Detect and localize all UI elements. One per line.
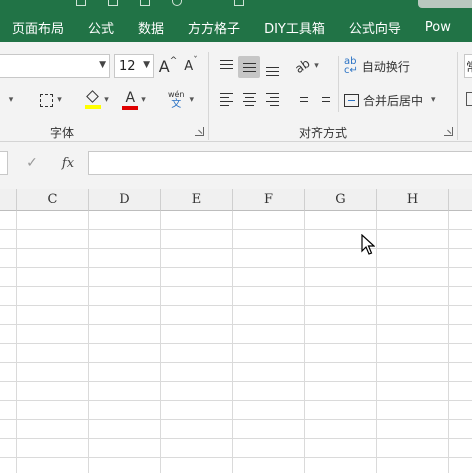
column-header-g[interactable]: G: [305, 189, 377, 211]
tab-formulas[interactable]: 公式: [88, 18, 126, 37]
wrap-text-label: 自动换行: [361, 59, 410, 74]
font-grow-icon: A: [158, 56, 170, 76]
text-orientation-icon: ab: [292, 55, 313, 77]
grid-spacer: [0, 178, 472, 189]
chevron-down-icon: ▾: [314, 61, 319, 71]
chevron-down-icon: ▾: [104, 95, 109, 105]
fill-color-button[interactable]: ▾: [80, 88, 114, 112]
column-header-d[interactable]: D: [89, 189, 161, 211]
increase-font-size-button[interactable]: A ^: [157, 54, 179, 78]
top-align-icon: [219, 59, 233, 69]
search-box[interactable]: [418, 0, 472, 8]
column-header-f[interactable]: F: [233, 189, 305, 211]
chevron-down-icon: ▾: [141, 95, 146, 105]
decrease-font-size-button[interactable]: Aˇ: [180, 54, 202, 78]
increase-indent-icon: [316, 93, 330, 106]
font-group-label: 字体: [50, 126, 75, 140]
tab-formula-wizard[interactable]: 公式向导: [349, 18, 413, 37]
decrease-indent-icon: [294, 93, 308, 106]
font-name-dropdown[interactable]: ▼: [0, 54, 110, 78]
phonetic-guide-button[interactable]: wén 文 ▾: [160, 86, 202, 114]
tab-power[interactable]: Pow: [425, 20, 463, 35]
align-right-icon: [265, 92, 279, 106]
column-header-h[interactable]: H: [377, 189, 449, 211]
ribbon-panel: ▼ 12 ▼ A ^ Aˇ ▾ ▾ ▾ A ▾ wén 文 ▾ 字体 ab ▾ …: [0, 42, 472, 142]
font-size-dropdown[interactable]: 12 ▼: [114, 54, 154, 78]
formula-input[interactable]: [88, 151, 472, 175]
title-bar: [0, 0, 472, 12]
middle-align-button[interactable]: [238, 56, 260, 78]
chevron-down-icon: ▾: [431, 95, 436, 105]
wrap-text-button[interactable]: ab c↵ 自动换行: [344, 54, 418, 78]
bottom-align-icon: [265, 66, 279, 76]
borders-button[interactable]: ▾: [34, 88, 68, 112]
column-header-i[interactable]: [449, 189, 472, 211]
column-header-c[interactable]: C: [17, 189, 89, 211]
align-center-icon: [242, 92, 256, 106]
column-header-e[interactable]: E: [161, 189, 233, 211]
sort-icon[interactable]: [140, 0, 150, 6]
group-separator: [338, 56, 339, 112]
ribbon-tabs: 页面布局 公式 数据 方方格子 DIY工具箱 公式向导 Pow: [0, 12, 472, 42]
tab-page-layout[interactable]: 页面布局: [12, 18, 76, 37]
bottom-align-button[interactable]: [261, 56, 283, 78]
save-icon[interactable]: [76, 0, 86, 6]
chevron-down-icon: ▼: [143, 60, 150, 70]
borders-icon: [40, 93, 54, 107]
middle-align-icon: [242, 62, 256, 72]
group-separator: [208, 52, 209, 140]
tab-diy-toolbox[interactable]: DIY工具箱: [264, 18, 337, 37]
chevron-down-icon: ▾: [189, 95, 195, 105]
increase-indent-button[interactable]: [312, 88, 334, 110]
name-box[interactable]: [0, 151, 8, 175]
column-header-b[interactable]: [0, 189, 17, 211]
chevron-down-icon: ▼: [99, 60, 106, 70]
undo-icon[interactable]: [108, 0, 118, 6]
align-center-button[interactable]: [238, 88, 260, 110]
phonetic-icon: wén 文: [167, 90, 185, 110]
alignment-dialog-launcher-icon[interactable]: [444, 127, 453, 136]
decrease-indent-button[interactable]: [290, 88, 312, 110]
confirm-entry-icon[interactable]: ✓: [20, 152, 44, 174]
number-format-dropdown[interactable]: 常: [464, 54, 472, 78]
font-dialog-launcher-icon[interactable]: [195, 127, 204, 136]
worksheet-grid[interactable]: [0, 211, 472, 473]
redo-icon[interactable]: [172, 0, 182, 6]
underline-dropdown[interactable]: ▾: [0, 88, 22, 112]
merge-cells-icon: [344, 93, 359, 107]
mouse-pointer-icon: [361, 234, 375, 255]
align-left-icon: [219, 92, 233, 106]
fill-bucket-icon: [85, 90, 102, 109]
alignment-group-label: 对齐方式: [299, 126, 348, 140]
top-align-button[interactable]: [215, 56, 237, 78]
align-right-button[interactable]: [261, 88, 283, 110]
font-color-button[interactable]: A ▾: [117, 88, 151, 112]
align-left-button[interactable]: [215, 88, 237, 110]
merge-center-label: 合并后居中: [363, 93, 424, 108]
tab-fangfang-gezi[interactable]: 方方格子: [188, 18, 252, 37]
formula-bar: ✓ fx: [0, 142, 472, 178]
insert-function-icon[interactable]: fx: [56, 152, 80, 174]
number-format-label: 常: [466, 58, 472, 75]
customize-icon[interactable]: [234, 0, 244, 6]
wrap-text-icon: ab c↵: [344, 56, 358, 76]
chevron-down-icon: ▾: [8, 95, 14, 105]
chevron-down-icon: ▾: [57, 95, 62, 105]
font-size-value: 12: [119, 58, 136, 74]
accounting-format-icon[interactable]: [466, 92, 472, 106]
font-color-icon: A: [122, 90, 139, 110]
group-separator: [457, 52, 458, 140]
orientation-button[interactable]: ab ▾: [290, 54, 324, 78]
merge-center-button[interactable]: 合并后居中 ▾: [344, 88, 444, 112]
tab-data[interactable]: 数据: [138, 18, 176, 37]
font-shrink-icon: A: [184, 58, 194, 74]
